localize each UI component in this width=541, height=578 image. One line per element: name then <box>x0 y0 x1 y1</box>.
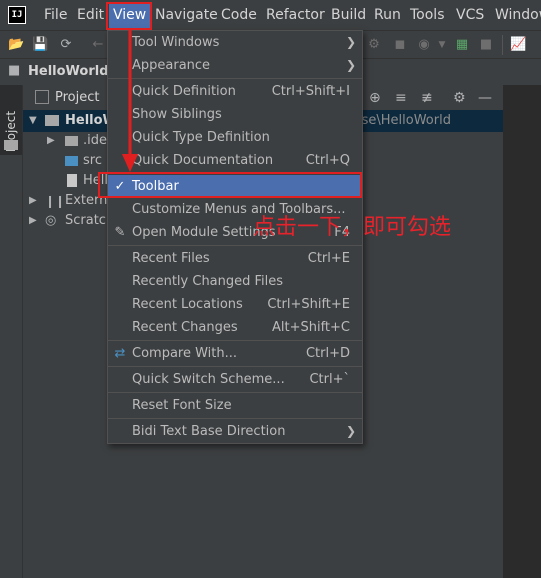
chevron-right-icon[interactable]: ▶ <box>47 130 55 152</box>
menu-file[interactable]: File <box>44 0 67 30</box>
expand-all-icon[interactable]: ≡ <box>395 89 407 107</box>
annotation-arrow-head <box>122 154 138 172</box>
open-folder-icon[interactable]: 📂 <box>8 37 24 53</box>
menu-separator <box>108 78 362 79</box>
annotation-arrow-icon <box>122 30 138 172</box>
intellij-logo-icon[interactable]: IJ <box>8 6 26 24</box>
menuitem-label: Appearance <box>132 58 211 73</box>
panel-view-icon <box>35 90 49 104</box>
toolbar-divider <box>502 35 503 55</box>
menuitem-quick-definition[interactable]: Quick Definition Ctrl+Shift+I <box>108 80 362 103</box>
menu-run[interactable]: Run <box>374 0 401 30</box>
build-icon[interactable]: ▦ <box>454 37 470 53</box>
tree-label-src: src <box>83 153 102 168</box>
menuitem-shortcut: Ctrl+D <box>305 346 350 361</box>
menuitem-shortcut: Alt+Shift+C <box>271 320 350 335</box>
menuitem-label: Recent Locations <box>132 297 243 312</box>
menuitem-recently-changed-files[interactable]: Recently Changed Files <box>108 270 362 293</box>
chevron-right-icon[interactable]: ▶ <box>29 210 37 232</box>
menu-refactor[interactable]: Refactor <box>266 0 325 30</box>
menuitem-shortcut: Ctrl+Q <box>305 153 350 168</box>
menu-separator <box>108 366 362 367</box>
edit-pencil-icon: ✎ <box>114 225 126 240</box>
menuitem-label: Quick Switch Scheme... <box>132 372 285 387</box>
menuitem-recent-changes[interactable]: Recent Changes Alt+Shift+C <box>108 316 362 339</box>
menuitem-label: Recently Changed Files <box>132 274 284 289</box>
menuitem-label: Reset Font Size <box>132 398 232 413</box>
menu-bar: IJ File Edit View Navigate Code Refactor… <box>0 0 541 30</box>
menuitem-label: Compare With... <box>132 346 238 361</box>
menuitem-shortcut: Ctrl+` <box>309 372 350 387</box>
project-folder-icon: ■ <box>8 63 21 78</box>
menuitem-label: Bidi Text Base Direction <box>132 424 286 439</box>
locate-icon[interactable]: ⊕ <box>369 89 381 107</box>
collapse-all-icon[interactable]: ≢ <box>421 89 433 107</box>
menuitem-shortcut: Ctrl+Shift+I <box>271 84 350 99</box>
menuitem-bidi-text-direction[interactable]: Bidi Text Base Direction ❯ <box>108 420 362 443</box>
menu-vcs[interactable]: VCS <box>456 0 484 30</box>
menuitem-tool-windows[interactable]: Tool Windows ❯ <box>108 31 362 54</box>
tree-path-hint: ise\HelloWorld <box>358 113 451 128</box>
menuitem-quick-switch-scheme[interactable]: Quick Switch Scheme... Ctrl+` <box>108 368 362 391</box>
menuitem-quick-documentation[interactable]: Quick Documentation Ctrl+Q <box>108 149 362 172</box>
editor-area <box>503 85 541 578</box>
annotation-text: 点击一下，即可勾选 <box>253 215 452 240</box>
folder-icon <box>65 136 78 146</box>
menuitem-reset-font-size[interactable]: Reset Font Size <box>108 394 362 417</box>
save-icon[interactable]: 💾 <box>32 37 48 53</box>
scratches-icon: ◎ <box>45 213 57 228</box>
menuitem-recent-locations[interactable]: Recent Locations Ctrl+Shift+E <box>108 293 362 316</box>
submenu-arrow-icon: ❯ <box>345 35 356 49</box>
menuitem-label: Recent Changes <box>132 320 238 335</box>
menuitem-label: Recent Files <box>132 251 210 266</box>
run-options-chevron-icon[interactable]: ▼ <box>434 37 450 53</box>
menuitem-label: Tool Windows <box>132 35 220 50</box>
menuitem-label: Quick Documentation <box>132 153 274 168</box>
monitor-icon[interactable]: 📈 <box>510 37 526 53</box>
settings-gear-icon[interactable]: ⚙ <box>453 89 466 107</box>
folder-icon <box>4 140 18 150</box>
panel-title[interactable]: Project <box>55 85 99 111</box>
menuitem-label: Quick Definition <box>132 84 236 99</box>
menu-tools[interactable]: Tools <box>410 0 445 30</box>
menuitem-show-siblings[interactable]: Show Siblings <box>108 103 362 126</box>
menu-navigate[interactable]: Navigate <box>155 0 218 30</box>
file-icon <box>67 174 77 187</box>
profile-icon[interactable]: ◉ <box>416 37 432 53</box>
breadcrumb-project[interactable]: HelloWorld <box>28 59 109 85</box>
source-folder-icon <box>65 156 78 166</box>
menu-separator <box>108 392 362 393</box>
menuitem-label: Show Siblings <box>132 107 222 122</box>
menu-code[interactable]: Code <box>221 0 257 30</box>
menu-separator <box>108 418 362 419</box>
left-tool-stripe <box>0 85 23 578</box>
back-arrow-icon[interactable]: ← <box>90 37 106 53</box>
compare-arrows-icon: ⇄ <box>114 346 126 361</box>
submenu-arrow-icon: ❯ <box>345 424 356 438</box>
menuitem-appearance[interactable]: Appearance ❯ <box>108 54 362 77</box>
annotation-view-highlight-box <box>106 2 152 30</box>
menuitem-label: Quick Type Definition <box>132 130 270 145</box>
menu-build[interactable]: Build <box>331 0 366 30</box>
submenu-arrow-icon: ❯ <box>345 58 356 72</box>
chevron-down-icon[interactable]: ▼ <box>29 110 37 132</box>
chevron-right-icon[interactable]: ▶ <box>29 190 37 212</box>
menuitem-recent-files[interactable]: Recent Files Ctrl+E <box>108 247 362 270</box>
menu-separator <box>108 340 362 341</box>
menuitem-shortcut: Ctrl+E <box>307 251 350 266</box>
module-folder-icon <box>45 115 59 126</box>
coverage-icon[interactable]: ◼ <box>392 37 408 53</box>
menuitem-compare-with[interactable]: ⇄ Compare With... Ctrl+D <box>108 342 362 365</box>
menu-edit[interactable]: Edit <box>77 0 104 30</box>
sync-icon[interactable]: ⟳ <box>58 37 74 53</box>
libraries-icon: ❙❙ <box>45 194 66 208</box>
menu-window[interactable]: Window <box>495 0 541 30</box>
menuitem-quick-type-definition[interactable]: Quick Type Definition <box>108 126 362 149</box>
menu-separator <box>108 245 362 246</box>
debug-icon[interactable]: ⚙ <box>366 37 382 53</box>
menuitem-shortcut: Ctrl+Shift+E <box>267 297 350 312</box>
hide-panel-icon[interactable]: — <box>478 89 492 107</box>
stop-icon[interactable]: ■ <box>478 37 494 53</box>
